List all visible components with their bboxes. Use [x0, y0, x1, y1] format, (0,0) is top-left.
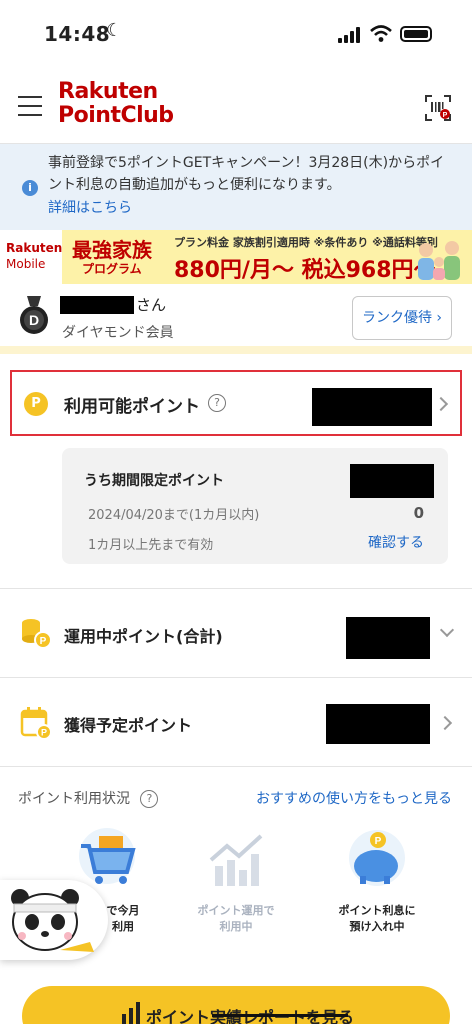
- usage-item3-line1: ポイント利息に: [338, 904, 416, 917]
- rank-benefits-label: ランク優待: [361, 310, 432, 326]
- rakuten-pointclub-logo: Rakuten PointClub: [58, 80, 174, 128]
- chevron-right-icon: [437, 715, 453, 731]
- limited-points-title: うち期間限定ポイント: [84, 473, 224, 489]
- point-card-scan-icon[interactable]: P: [424, 94, 452, 122]
- redacted-limited-value: [350, 464, 434, 498]
- svg-text:P: P: [375, 836, 382, 847]
- help-icon[interactable]: ?: [140, 790, 159, 808]
- confirm-link[interactable]: 確認する: [368, 532, 424, 552]
- usage-item3-line2: 預け入れ中: [349, 920, 405, 933]
- banner-brand2: Mobile: [6, 257, 46, 271]
- redacted-member-name: [60, 296, 134, 314]
- calendar-points-icon: P: [20, 707, 52, 740]
- usage-item2-line1: ポイント運用で: [197, 904, 275, 917]
- points-report-button[interactable]: ポイント実績レポートを見る: [22, 986, 450, 1024]
- status-time: 14:48: [44, 22, 111, 46]
- redacted-pending-value: [326, 704, 430, 744]
- divider: [0, 766, 472, 767]
- limited-expiry-value: 0: [413, 504, 424, 522]
- rakuten-mobile-banner[interactable]: Rakuten Mobile 最強家族 プログラム プラン料金 家族割引適用時 …: [0, 230, 472, 284]
- piggy-bank-icon: P: [349, 830, 405, 886]
- limited-valid-text: 1カ月以上先まで有効: [88, 538, 214, 553]
- moon-icon: ☾: [106, 20, 123, 41]
- family-illustration-icon: [418, 241, 460, 280]
- svg-text:P: P: [443, 112, 448, 119]
- info-icon: i: [22, 180, 38, 196]
- banner-body: 最強家族 プログラム プラン料金 家族割引適用時 ※条件あり ※通話料等別 88…: [62, 230, 472, 284]
- usage-heading: ポイント利用状況 ?: [18, 788, 159, 808]
- status-bar: 14:48 ☾: [0, 0, 472, 66]
- limited-points-card: うち期間限定ポイント 2024/04/20まで(1カ月以内) 0 1カ月以上先ま…: [62, 448, 448, 564]
- coin-stack-icon: P: [22, 619, 52, 649]
- pending-points-row[interactable]: P 獲得予定ポイント: [0, 678, 472, 766]
- logo-line2: PointClub: [58, 103, 174, 128]
- diamond-rank-medal-icon: D: [20, 296, 48, 334]
- campaign-notice: i 事前登録で5ポイントGETキャンペーン！3月28日(木)からポイント利息の自…: [0, 144, 472, 230]
- svg-text:D: D: [29, 312, 39, 328]
- banner-subtitle: プログラム: [82, 262, 142, 276]
- chevron-down-icon: [439, 622, 455, 638]
- member-name-suffix: さん: [136, 296, 167, 314]
- banner-plan-line: プラン料金 家族割引適用時 ※条件あり ※通話料等別: [174, 236, 438, 249]
- notice-details-link[interactable]: 詳細はこちら: [48, 196, 456, 220]
- bar-chart-icon: [122, 1002, 140, 1024]
- chevron-right-icon: [433, 396, 449, 412]
- redaction-line: [212, 1014, 348, 1017]
- notice-message: 事前登録で5ポイントGETキャンペーン！3月28日(木)からポイント利息の自動追…: [48, 155, 445, 193]
- app-header: Rakuten PointClub P: [0, 66, 472, 144]
- member-rank: ダイヤモンド会員: [62, 325, 174, 341]
- available-points-row[interactable]: P 利用可能ポイント ?: [10, 370, 462, 436]
- panda-mascot[interactable]: [0, 880, 108, 960]
- point-coin-icon: P: [24, 392, 48, 416]
- available-points-label: 利用可能ポイント: [64, 397, 200, 417]
- limited-expiry-text: 2024/04/20まで(1カ月以内): [88, 508, 260, 523]
- battery-icon: [400, 26, 432, 42]
- banner-brand1: Rakuten: [6, 241, 63, 255]
- usage-item-interest[interactable]: P ポイント利息に 預け入れ中: [322, 826, 432, 935]
- usage-item2-line2: 利用中: [219, 920, 253, 933]
- invest-points-row[interactable]: P 運用中ポイント(合計): [0, 589, 472, 677]
- svg-text:P: P: [41, 728, 47, 738]
- invest-points-label: 運用中ポイント(合計): [64, 627, 223, 646]
- usage-item-invest[interactable]: ポイント運用で 利用中: [186, 826, 286, 935]
- recommend-usage-link[interactable]: おすすめの使い方をもっと見る: [256, 788, 452, 808]
- investment-chart-icon: [209, 834, 263, 886]
- svg-text:P: P: [40, 636, 47, 647]
- pending-points-label: 獲得予定ポイント: [64, 716, 193, 735]
- signal-icon: [338, 27, 360, 43]
- wifi-icon: [370, 25, 392, 42]
- banner-price: 880円/月〜 税込968円〜: [174, 258, 436, 283]
- menu-icon[interactable]: [18, 96, 42, 116]
- redacted-invest-value: [346, 617, 430, 659]
- usage-heading-label: ポイント利用状況: [18, 791, 130, 807]
- redacted-points-value: [312, 388, 432, 426]
- member-info: D さん ダイヤモンド会員 ランク優待 ›: [0, 284, 472, 354]
- rakuten-mobile-logo: Rakuten Mobile: [0, 230, 62, 284]
- banner-title: 最強家族: [72, 238, 152, 262]
- panda-mascot-icon: [11, 889, 94, 952]
- rank-benefits-button[interactable]: ランク優待 ›: [352, 296, 452, 340]
- logo-line1: Rakuten: [58, 79, 158, 104]
- help-icon[interactable]: ?: [208, 394, 226, 412]
